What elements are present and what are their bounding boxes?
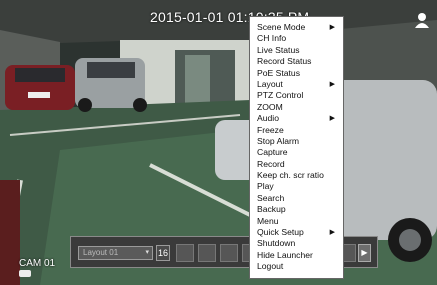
menu-item-label: Scene Mode bbox=[257, 22, 306, 32]
menu-item-label: Freeze bbox=[257, 124, 284, 135]
menu-item-label: Hide Launcher bbox=[257, 249, 313, 260]
menu-item-label: Menu bbox=[257, 215, 279, 226]
menu-item-label: Capture bbox=[257, 147, 288, 158]
launcher-button[interactable] bbox=[220, 244, 238, 262]
menu-item-label: PoE Status bbox=[257, 67, 300, 78]
menu-item-keep-ch-scr-ratio[interactable]: Keep ch. scr ratio bbox=[250, 170, 343, 181]
menu-item-capture[interactable]: Capture bbox=[250, 147, 343, 158]
submenu-arrow-icon: ▶ bbox=[329, 80, 335, 88]
menu-item-label: Stop Alarm bbox=[257, 135, 300, 146]
menu-item-label: Audio bbox=[257, 113, 279, 124]
split-layout-button[interactable]: 16 bbox=[156, 245, 170, 261]
menu-item-label: Record Status bbox=[257, 56, 312, 67]
menu-item-stop-alarm[interactable]: Stop Alarm bbox=[250, 136, 343, 147]
menu-item-label: Record bbox=[257, 158, 285, 169]
layout-select-value: Layout 01 bbox=[83, 248, 119, 257]
menu-item-menu[interactable]: Menu bbox=[250, 216, 343, 227]
menu-item-record-status[interactable]: Record Status bbox=[250, 56, 343, 67]
menu-item-logout[interactable]: Logout bbox=[250, 261, 343, 272]
menu-item-shutdown[interactable]: Shutdown bbox=[250, 238, 343, 249]
menu-item-layout[interactable]: Layout ▶ bbox=[250, 79, 343, 90]
menu-item-record[interactable]: Record bbox=[250, 159, 343, 170]
menu-item-label: Keep ch. scr ratio bbox=[257, 170, 324, 181]
live-view-screen[interactable]: 2015-01-01 01:10:35 PM CAM 01 Layout 01 … bbox=[0, 0, 437, 285]
menu-item-backup[interactable]: Backup bbox=[250, 204, 343, 215]
context-menu: Scene Mode ▶ CH Info Live Status Record Stat… bbox=[249, 16, 344, 279]
menu-item-label: Logout bbox=[257, 261, 284, 272]
menu-item-label: Shutdown bbox=[257, 238, 296, 249]
launcher-close-button[interactable]: ▶ bbox=[358, 244, 371, 262]
menu-item-label: PTZ Control bbox=[257, 90, 304, 101]
menu-item-poe-status[interactable]: PoE Status bbox=[250, 68, 343, 79]
menu-item-live-status[interactable]: Live Status bbox=[250, 45, 343, 56]
menu-item-zoom[interactable]: ZOOM bbox=[250, 102, 343, 113]
launcher-button[interactable] bbox=[198, 244, 216, 262]
chevron-down-icon: ▾ bbox=[145, 249, 149, 256]
menu-item-ch-info[interactable]: CH Info bbox=[250, 33, 343, 44]
submenu-arrow-icon: ▶ bbox=[329, 24, 335, 31]
menu-item-audio[interactable]: Audio ▶ bbox=[250, 113, 343, 124]
menu-item-label: CH Info bbox=[257, 33, 287, 44]
menu-item-label: Play bbox=[257, 181, 274, 192]
menu-item-label: Backup bbox=[257, 204, 286, 215]
menu-item-scene-mode[interactable]: Scene Mode ▶ bbox=[250, 22, 343, 33]
menu-item-label: Layout bbox=[257, 78, 283, 89]
record-indicator-icon bbox=[19, 270, 31, 277]
camera-label: CAM 01 bbox=[19, 258, 56, 269]
menu-item-hide-launcher[interactable]: Hide Launcher bbox=[250, 250, 343, 261]
submenu-arrow-icon: ▶ bbox=[329, 115, 335, 123]
layout-select[interactable]: Layout 01 ▾ bbox=[78, 246, 153, 260]
menu-item-ptz-control[interactable]: PTZ Control bbox=[250, 90, 343, 101]
user-icon[interactable] bbox=[414, 12, 430, 30]
menu-item-label: Search bbox=[257, 192, 285, 203]
menu-item-label: Quick Setup bbox=[257, 227, 304, 238]
launcher-button[interactable] bbox=[176, 244, 194, 262]
menu-item-label: Live Status bbox=[257, 44, 300, 55]
menu-item-label: ZOOM bbox=[257, 101, 283, 112]
menu-item-freeze[interactable]: Freeze bbox=[250, 125, 343, 136]
submenu-arrow-icon: ▶ bbox=[329, 229, 335, 237]
menu-item-search[interactable]: Search bbox=[250, 193, 343, 204]
menu-item-quick-setup[interactable]: Quick Setup ▶ bbox=[250, 227, 343, 238]
menu-item-play[interactable]: Play bbox=[250, 181, 343, 192]
